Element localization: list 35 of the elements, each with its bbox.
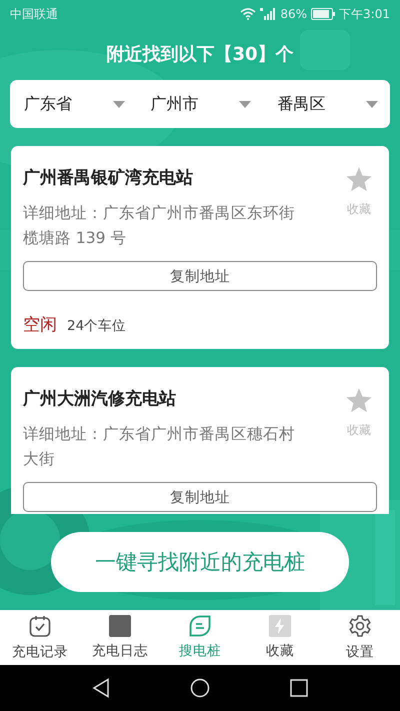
caret-icon [112,100,125,108]
back-icon[interactable] [92,678,110,698]
tab-item[interactable]: 收藏 [240,610,320,665]
star-icon [345,166,373,193]
station-name: 广州番禺银矿湾充电站 [23,167,194,189]
copy-address-button[interactable]: 复制地址 [23,261,377,291]
region-dropdown[interactable]: 番禺区 [263,80,390,128]
recents-icon[interactable] [290,679,308,697]
caret-icon [366,100,378,108]
availability-status: 空闲 [23,314,57,336]
carrier-name: 中国联通 [10,6,58,22]
chat-bubble-icon [189,615,211,637]
tab-item[interactable]: 充电记录 [0,610,80,665]
region-dropdown[interactable]: 广东省 [10,80,137,128]
square-icon [109,615,131,637]
parking-spots: 24个车位 [67,317,126,335]
lightning-icon [269,615,291,637]
copy-address-button[interactable]: 复制地址 [23,482,377,512]
signal-icon [260,8,276,20]
wifi-icon [240,8,256,20]
star-icon [345,387,373,414]
results-title: 附近找到以下【30】个 [105,43,295,67]
battery-icon [311,8,336,20]
settings-icon [348,614,372,638]
station-name: 广州大洲汽修充电站 [23,388,177,410]
station-address: 详细地址：广东省广州市番禺区穗石村大街 [23,424,296,470]
tab-item[interactable]: 设置 [320,610,400,665]
caret-icon [239,100,252,108]
clock-time: 下午3:01 [339,6,390,22]
calendar-check-icon [28,614,52,638]
region-dropdown[interactable]: 广州市 [136,80,264,128]
battery-percent: 86% [280,7,308,21]
tab-item[interactable]: 充电日志 [80,610,160,665]
home-icon[interactable] [190,678,210,698]
station-address: 详细地址：广东省广州市番禺区东环街榄塘路 139 号 [23,203,296,249]
